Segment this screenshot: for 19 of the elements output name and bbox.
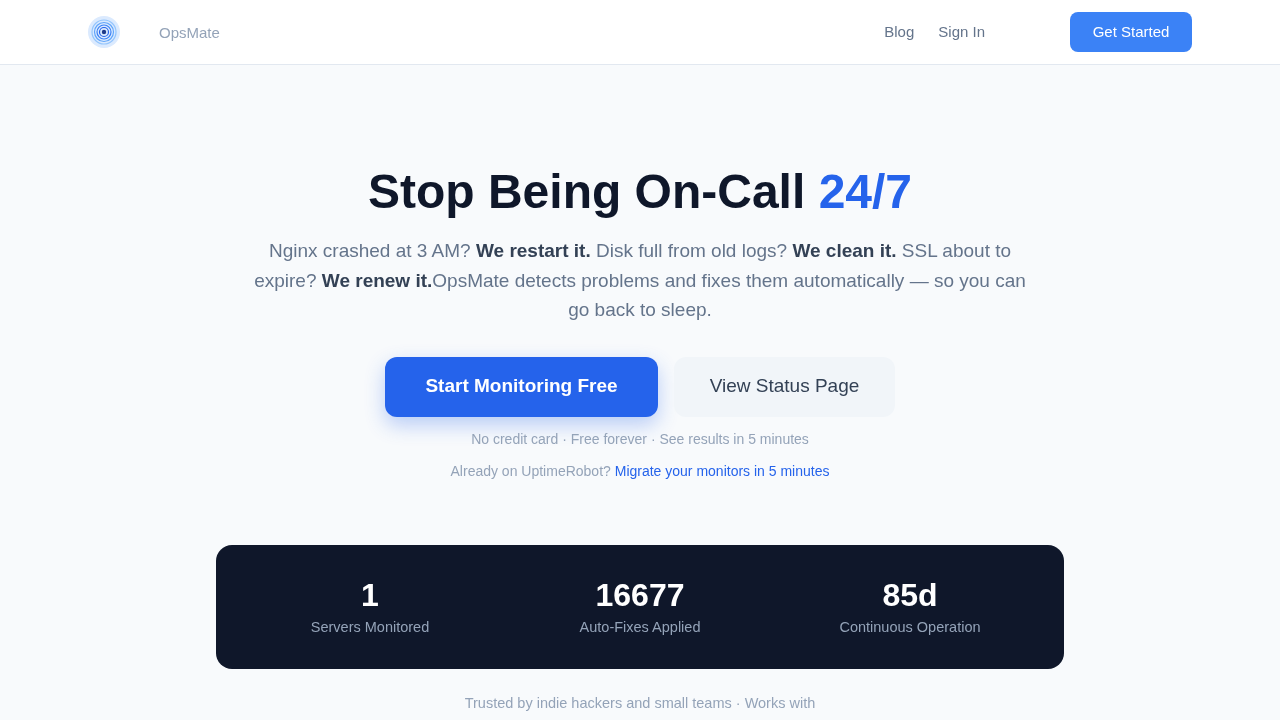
migration-note: Already on UptimeRobot? Migrate your monitors in 5 minutes [450,461,830,481]
nav-link[interactable]: Blog [884,20,915,44]
stat-label: Auto-Fixes Applied [579,617,701,637]
stat-value: 1 [361,576,379,613]
stat-label: Continuous Operation [839,617,981,637]
nav-link[interactable]: Sign In [938,20,985,44]
stat-label: Servers Monitored [310,617,430,637]
signup-note: No credit card · Free forever · See results in 5 minutes [471,429,809,449]
trust-line: Trusted by indie hackers and small teams · Works with [464,693,816,713]
hero-description: Nginx crashed at 3 AM? We restart it. Disk full from old logs? We clean it. SSL about to expire? We renew it.OpsMate detects problems and fixes them automatically — so you can go back to sleep. [253,239,1027,322]
start-monitoring-button[interactable]: Start Monitoring Free [385,356,658,417]
get-started-button[interactable]: Get Started [1070,12,1192,52]
view-status-button[interactable]: View Status Page [674,356,895,417]
migrate-link[interactable]: Migrate your monitors in 5 minutes [614,462,830,479]
stat-value: 16677 [595,576,685,613]
stat-value: 85d [882,576,938,613]
concentric-rings-logo-icon [88,16,120,48]
brand-name: OpsMate [159,23,220,44]
hero-heading: Stop Being On-Call 24/7 [367,168,913,216]
